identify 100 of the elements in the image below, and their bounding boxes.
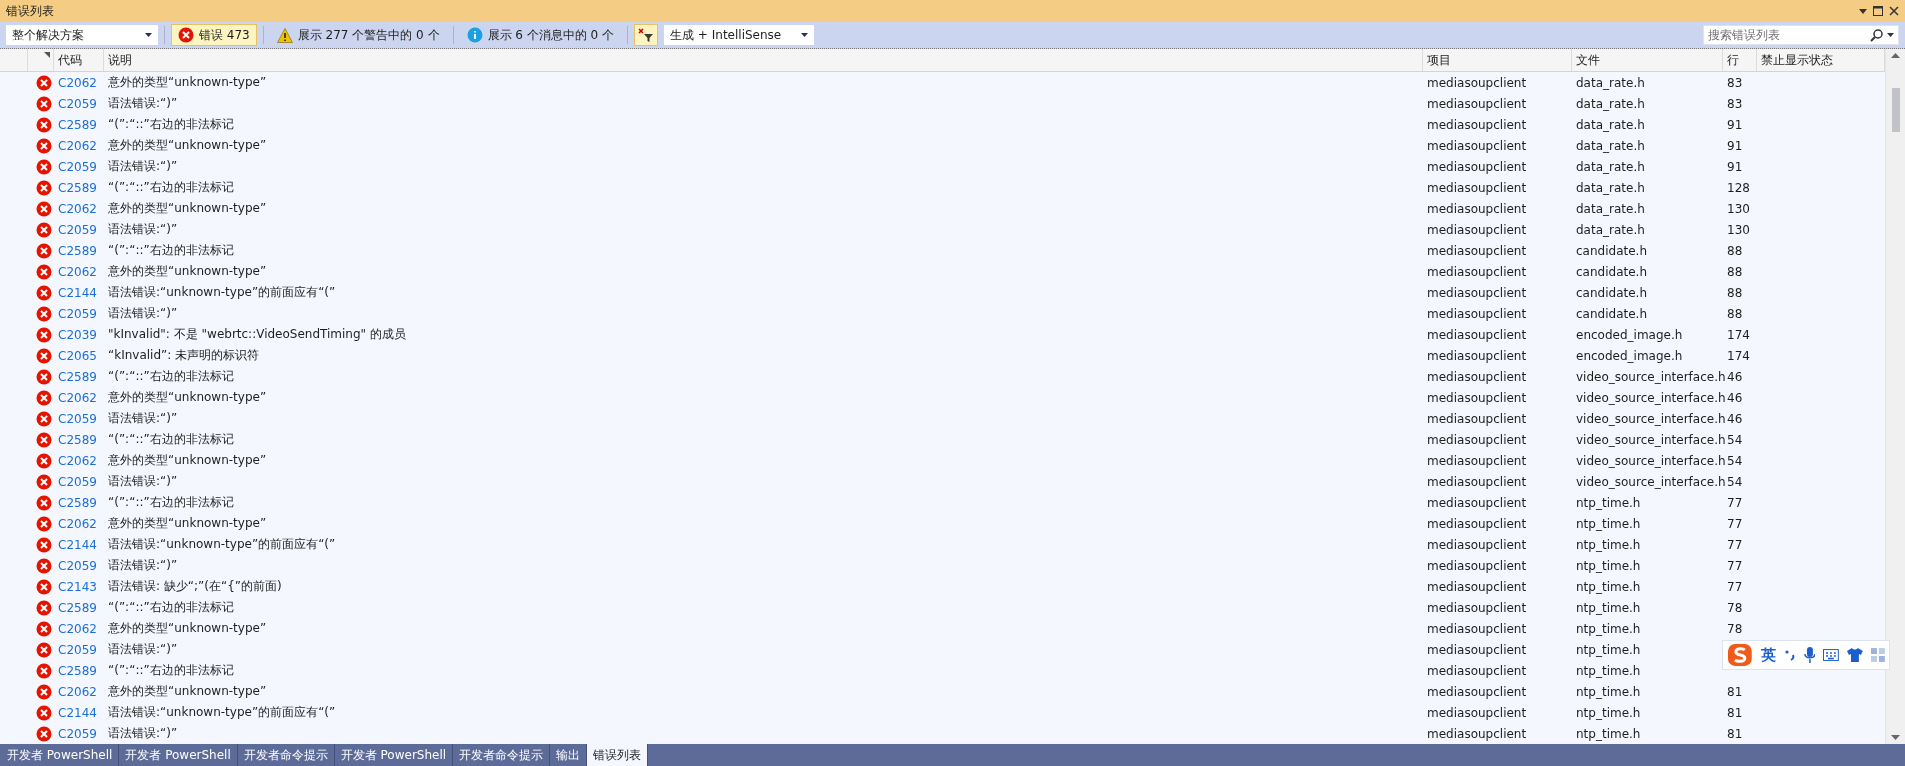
scope-dropdown[interactable]: 整个解决方案 (6, 25, 158, 45)
table-cell-text: mediasoupclient (1426, 138, 1528, 153)
error-code-link[interactable]: C2589 (54, 663, 104, 678)
error-code-link[interactable]: C2144 (54, 285, 104, 300)
error-code-link[interactable]: C2059 (54, 96, 104, 111)
error-code-link[interactable]: C2062 (54, 75, 104, 90)
error-icon (36, 242, 52, 259)
shirt-icon[interactable] (1847, 648, 1864, 662)
error-code-link[interactable]: C2059 (54, 474, 104, 489)
table-cell-text: 语法错误:“)” (107, 557, 179, 574)
table-cell-text: ntp_time.h (1575, 684, 1642, 699)
error-code-link[interactable]: C2062 (54, 516, 104, 531)
table-cell-text: mediasoupclient (1426, 474, 1528, 489)
filter-button[interactable]: 错误 473 (171, 24, 257, 46)
punctuation-icon[interactable] (1783, 649, 1796, 661)
table-cell-text: mediasoupclient (1426, 285, 1528, 300)
column-header[interactable]: 说明 (108, 51, 132, 69)
scrollbar-thumb[interactable] (1891, 88, 1900, 132)
table-cell-text: mediasoupclient (1426, 537, 1528, 552)
error-code-link[interactable]: C2059 (54, 558, 104, 573)
error-code-link[interactable]: C2062 (54, 264, 104, 279)
panel-tab[interactable]: 错误列表 (587, 744, 649, 766)
table-cell-text: mediasoupclient (1426, 663, 1528, 678)
table-cell-text: mediasoupclient (1426, 642, 1528, 657)
table-cell-text: "kInvalid": 不是 "webrtc::VideoSendTiming" 的成员 (107, 326, 407, 343)
table-cell-text: encoded_image.h (1575, 327, 1684, 342)
microphone-icon[interactable] (1803, 647, 1816, 663)
scrollbar[interactable] (1885, 49, 1905, 744)
error-code-link[interactable]: C2589 (54, 180, 104, 195)
filter-button[interactable]: 展示 277 个警告中的 0 个 (269, 24, 447, 46)
table-cell-text: 91 (1726, 117, 1744, 132)
source-dropdown[interactable]: 生成 + IntelliSense (664, 25, 815, 45)
error-code-link[interactable]: C2062 (54, 621, 104, 636)
table-cell-text: mediasoupclient (1426, 222, 1528, 237)
table-cell-text: 语法错误: 缺少“;”(在“{”的前面) (107, 578, 283, 595)
ime-mode-label[interactable]: 英 (1760, 645, 1776, 665)
column-header[interactable]: 文件 (1576, 51, 1600, 69)
error-code-link[interactable]: C2065 (54, 348, 104, 363)
error-code-link[interactable]: C2062 (54, 453, 104, 468)
error-code-link[interactable]: C2059 (54, 411, 104, 426)
sort-indicator-icon[interactable] (44, 52, 50, 58)
error-icon (36, 116, 52, 133)
table-cell-text: data_rate.h (1575, 117, 1646, 132)
column-header[interactable]: 行 (1727, 51, 1739, 69)
error-code-link[interactable]: C2062 (54, 684, 104, 699)
error-icon (36, 704, 52, 721)
column-header[interactable]: 项目 (1427, 51, 1451, 69)
scroll-down-icon[interactable] (1891, 735, 1900, 740)
error-code-link[interactable]: C2059 (54, 159, 104, 174)
error-code-link[interactable]: C2589 (54, 243, 104, 258)
error-code-link[interactable]: C2144 (54, 705, 104, 720)
error-icon (36, 221, 52, 238)
error-code-link[interactable]: C2059 (54, 306, 104, 321)
table-cell-text: 77 (1726, 495, 1744, 510)
table-cell-text: 77 (1726, 579, 1744, 594)
table-cell-text: “(”:“::”右边的非法标记 (107, 662, 235, 679)
table-cell-text: data_rate.h (1575, 75, 1646, 90)
filter-button[interactable]: 展示 6 个消息中的 0 个 (459, 24, 622, 46)
table-cell-text: encoded_image.h (1575, 348, 1684, 363)
table-cell-text: mediasoupclient (1426, 516, 1528, 531)
error-icon (36, 515, 52, 532)
table-cell-text: 意外的类型“unknown-type” (107, 620, 268, 637)
filter-toggle-button[interactable] (634, 24, 659, 46)
column-header[interactable]: 禁止显示状态 (1761, 51, 1833, 69)
caret-icon (145, 33, 152, 37)
table-cell-text: candidate.h (1575, 264, 1648, 279)
dropdown-caret-icon[interactable] (1859, 8, 1867, 14)
error-code-link[interactable]: C2144 (54, 537, 104, 552)
table-cell-text: 78 (1726, 600, 1744, 615)
error-code-link[interactable]: C2589 (54, 495, 104, 510)
scroll-up-icon[interactable] (1891, 53, 1900, 58)
error-code-link[interactable]: C2062 (54, 201, 104, 216)
error-code-link[interactable]: C2589 (54, 117, 104, 132)
keyboard-icon[interactable] (1823, 649, 1840, 661)
table-cell-text: mediasoupclient (1426, 264, 1528, 279)
error-code-link[interactable]: C2589 (54, 432, 104, 447)
table-cell-text: 意外的类型“unknown-type” (107, 200, 268, 217)
table-cell-text: data_rate.h (1575, 222, 1646, 237)
error-code-link[interactable]: C2143 (54, 579, 104, 594)
table-cell-text: mediasoupclient (1426, 600, 1528, 615)
error-code-link[interactable]: C2062 (54, 390, 104, 405)
error-icon (36, 368, 52, 385)
table-cell-text: 88 (1726, 285, 1744, 300)
error-code-link[interactable]: C2062 (54, 138, 104, 153)
error-code-link[interactable]: C2039 (54, 327, 104, 342)
ime-logo-icon[interactable] (1727, 643, 1753, 667)
error-code-link[interactable]: C2589 (54, 369, 104, 384)
error-code-link[interactable]: C2589 (54, 600, 104, 615)
error-icon (36, 200, 52, 217)
table-cell-text: 46 (1726, 390, 1744, 405)
column-header[interactable]: 代码 (58, 51, 82, 69)
error-code-link[interactable]: C2059 (54, 222, 104, 237)
close-icon[interactable] (1889, 6, 1899, 16)
table-cell-text: 语法错误:“)” (107, 641, 179, 658)
maximize-icon[interactable] (1873, 6, 1883, 16)
search-field[interactable]: 搜索错误列表 (1703, 25, 1899, 45)
search-input[interactable]: 搜索错误列表 (1708, 27, 1870, 43)
error-code-link[interactable]: C2059 (54, 642, 104, 657)
error-code-link[interactable]: C2059 (54, 726, 104, 741)
error-icon (36, 683, 52, 700)
